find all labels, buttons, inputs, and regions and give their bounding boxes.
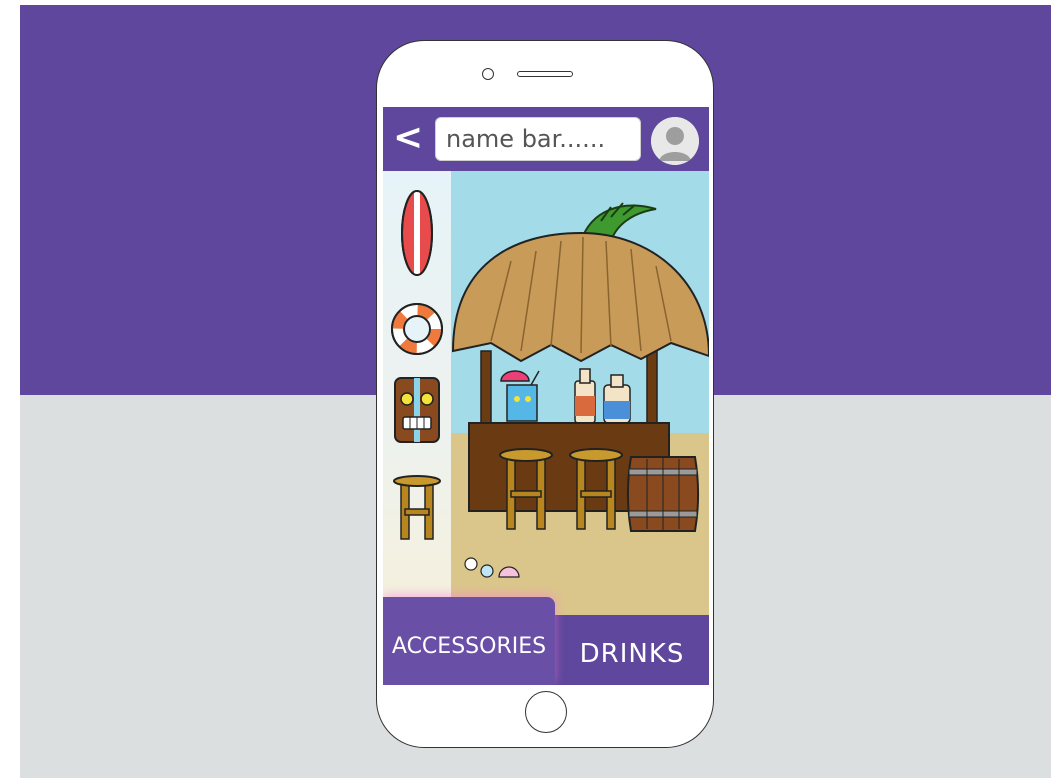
phone-frame: < name bar...... ACCESSORIES DRINKS bbox=[376, 40, 714, 748]
barrel-icon bbox=[627, 456, 699, 532]
bar-stool-icon bbox=[393, 475, 441, 540]
surfboard-icon bbox=[401, 190, 433, 276]
beach-bar-scene bbox=[451, 171, 709, 615]
name-bar-input[interactable] bbox=[435, 117, 641, 161]
avatar[interactable] bbox=[651, 117, 699, 165]
app-screen: < name bar...... ACCESSORIES DRINKS bbox=[383, 107, 709, 685]
accessory-sidebar bbox=[383, 171, 451, 615]
tab-drinks[interactable]: DRINKS bbox=[555, 615, 709, 685]
sidebar-item-tiki-mask[interactable] bbox=[387, 375, 447, 445]
tab-accessories[interactable]: ACCESSORIES bbox=[383, 597, 555, 685]
back-button[interactable]: < bbox=[393, 119, 427, 157]
speaker-icon bbox=[517, 71, 573, 77]
scene-canvas bbox=[451, 171, 709, 615]
sidebar-item-life-ring[interactable] bbox=[387, 299, 447, 359]
life-ring-icon bbox=[391, 303, 443, 355]
user-icon bbox=[651, 117, 699, 165]
top-bar: < bbox=[383, 107, 709, 171]
home-button[interactable] bbox=[525, 691, 567, 733]
tiki-mask-icon bbox=[394, 377, 440, 443]
sidebar-item-bar-stool[interactable] bbox=[387, 471, 447, 541]
category-tabs: ACCESSORIES DRINKS bbox=[383, 597, 709, 685]
camera-icon bbox=[482, 68, 494, 80]
sidebar-item-surfboard[interactable] bbox=[387, 187, 447, 279]
